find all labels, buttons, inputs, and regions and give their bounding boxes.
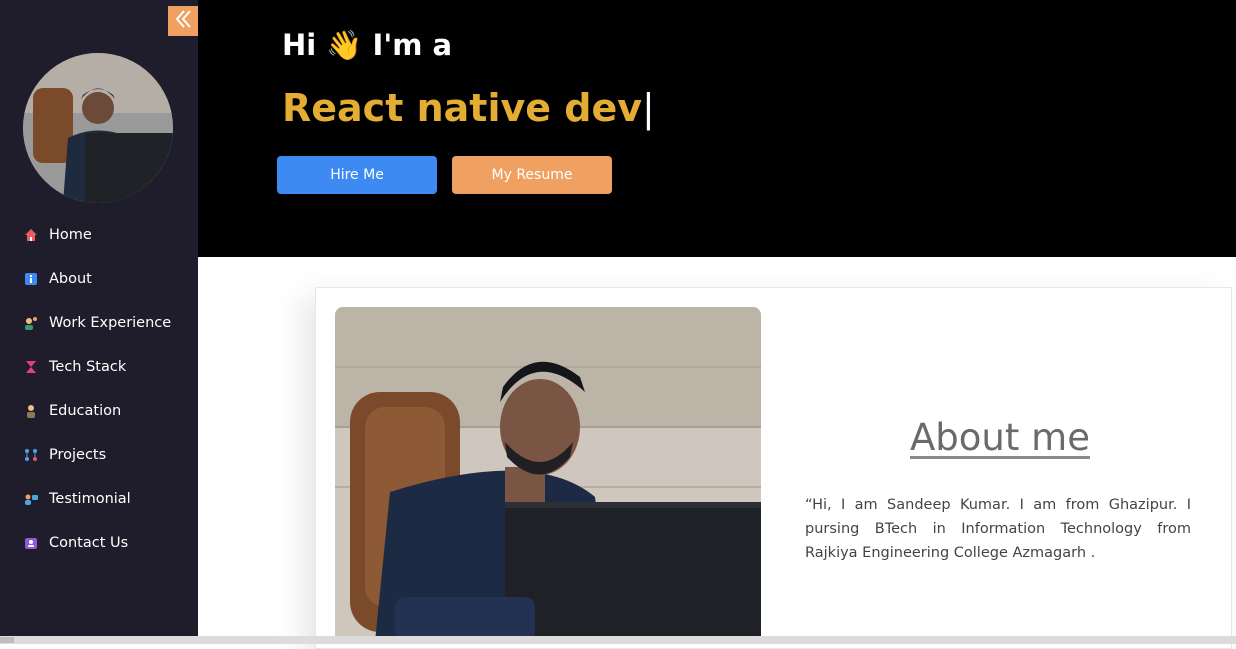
- sidebar-item-home[interactable]: Home: [0, 213, 198, 257]
- about-title: About me: [910, 416, 1090, 459]
- info-icon: [24, 272, 38, 286]
- hero-section: Hi 👋 I'm a React native dev| Hire Me My …: [198, 0, 1236, 257]
- sidebar: Home About Work Experience Tech Stack Ed…: [0, 0, 198, 636]
- sidebar-nav: Home About Work Experience Tech Stack Ed…: [0, 213, 198, 565]
- my-resume-button[interactable]: My Resume: [452, 156, 612, 194]
- hourglass-icon: [24, 360, 38, 374]
- typed-role: React native dev|: [282, 86, 655, 130]
- horizontal-scrollbar[interactable]: [0, 636, 1236, 644]
- about-text: “Hi, I am Sandeep Kumar. I am from Ghazi…: [805, 497, 1191, 561]
- hero-greeting: Hi 👋 I'm a: [282, 28, 452, 63]
- people-icon: [24, 492, 38, 506]
- role-text: React native dev: [282, 86, 642, 130]
- sidebar-item-label: Contact Us: [49, 535, 129, 551]
- sidebar-item-label: Education: [49, 403, 122, 419]
- sidebar-item-label: About: [49, 271, 92, 287]
- sidebar-item-label: Projects: [49, 447, 107, 463]
- hire-me-button[interactable]: Hire Me: [277, 156, 437, 194]
- home-icon: [24, 228, 38, 242]
- greeting-text: Hi: [282, 28, 317, 62]
- sidebar-item-contact-us[interactable]: Contact Us: [0, 521, 198, 565]
- student-icon: [24, 404, 38, 418]
- sidebar-item-work-experience[interactable]: Work Experience: [0, 301, 198, 345]
- sidebar-item-label: Tech Stack: [49, 359, 127, 375]
- sidebar-item-label: Home: [49, 227, 92, 243]
- sidebar-item-tech-stack[interactable]: Tech Stack: [0, 345, 198, 389]
- scrollbar-thumb[interactable]: [0, 637, 14, 643]
- sidebar-item-projects[interactable]: Projects: [0, 433, 198, 477]
- waving-hand-icon: 👋: [326, 28, 363, 62]
- about-photo: [335, 307, 761, 642]
- greeting-suffix: I'm a: [372, 28, 453, 62]
- contact-card-icon: [24, 536, 38, 550]
- sidebar-item-label: Testimonial: [49, 491, 131, 507]
- typing-cursor: |: [642, 86, 655, 130]
- flow-icon: [24, 448, 38, 462]
- avatar: [23, 53, 173, 203]
- sidebar-item-label: Work Experience: [49, 315, 172, 331]
- sidebar-item-about[interactable]: About: [0, 257, 198, 301]
- worker-icon: [24, 316, 38, 330]
- sidebar-item-education[interactable]: Education: [0, 389, 198, 433]
- double-chevron-left-icon: [172, 8, 194, 35]
- sidebar-item-testimonial[interactable]: Testimonial: [0, 477, 198, 521]
- collapse-sidebar-button[interactable]: [168, 6, 198, 36]
